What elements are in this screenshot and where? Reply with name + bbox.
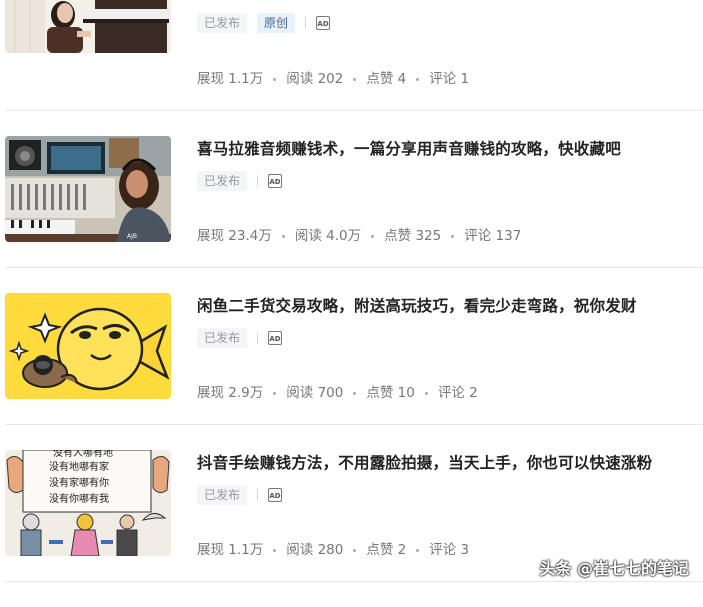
reads-label: 阅读 [294,228,322,244]
impressions-label: 展现 [197,71,224,87]
impressions-value: 1.1万 [228,71,264,87]
article-thumbnail[interactable]: AJB [5,136,171,242]
reads-label: 阅读 [286,385,314,401]
article-title[interactable]: 喜马拉雅音频赚钱术，一篇分享用声音赚钱的攻略，快收藏吧 [197,137,621,159]
recording-studio-thumbnail: AJB [5,136,171,242]
likes-label: 点赞 [366,542,394,558]
published-status-tag: 已发布 [197,13,248,33]
xianyu-fish-thumbnail [5,293,171,399]
ad-icon[interactable]: AD [268,331,283,345]
article-thumbnail[interactable] [5,293,171,399]
divider [5,581,703,582]
article-thumbnail[interactable]: 没有人哪有地 没有地哪有家 没有家哪有你 没有你哪有我 [5,450,171,556]
stat-dot [353,77,357,81]
comments-label: 评论 [437,385,465,401]
svg-text:AJB: AJB [127,233,137,240]
comic-line: 没有地哪有家 [49,460,109,473]
article-title[interactable]: 抖音手绘赚钱方法，不用露脸拍摄，当天上手，你也可以快速涨粉 [197,451,652,473]
likes-value: 2 [397,542,407,558]
impressions-value: 1.1万 [228,542,264,558]
stat-dot [281,234,285,238]
impressions-value: 23.4万 [228,228,272,244]
comments-value: 137 [495,228,522,244]
article-item[interactable]: 闲鱼二手货交易攻略，附送高玩技巧，看完少走弯路，祝你发财 已发布 AD 展现 2… [5,293,703,450]
published-status-tag: 已发布 [197,328,248,348]
tag-separator [257,489,259,501]
comments-label: 评论 [429,542,457,558]
comic-line: 没有你哪有我 [49,492,109,505]
likes-value: 10 [397,385,415,401]
likes-label: 点赞 [366,71,394,87]
article-tags: 已发布 原创 AD [197,13,331,33]
stat-dot [371,234,375,238]
tag-separator [257,332,259,344]
stat-dot [273,77,277,81]
likes-label: 点赞 [366,385,394,401]
reads-label: 阅读 [286,71,314,87]
original-tag: 原创 [257,13,296,33]
comments-label: 评论 [464,228,492,244]
piano-girl-thumbnail [5,0,171,53]
reads-label: 阅读 [286,542,314,558]
reads-value: 4.0万 [326,228,362,244]
hand-drawn-comic-thumbnail: 没有人哪有地 没有地哪有家 没有家哪有你 没有你哪有我 [5,450,171,556]
published-status-tag: 已发布 [197,171,248,191]
impressions-label: 展现 [197,385,224,401]
impressions-label: 展现 [197,542,224,558]
stat-dot [424,391,428,395]
article-thumbnail[interactable] [5,0,171,53]
reads-value: 202 [317,71,344,87]
comic-line: 没有家哪有你 [49,476,109,489]
article-tags: 已发布 AD [197,171,283,191]
ad-icon[interactable]: AD [268,174,283,188]
reads-value: 700 [317,385,344,401]
article-stats: 展现 2.9万 阅读 700 点赞 10 评论 2 [197,381,478,401]
stat-dot [416,77,420,81]
article-tags: 已发布 AD [197,328,283,348]
divider [5,424,703,425]
divider [5,267,703,268]
article-item[interactable]: 没有人哪有地 没有地哪有家 没有家哪有你 没有你哪有我 抖音手绘赚钱方法，不用露… [5,450,703,607]
comments-value: 3 [460,542,470,558]
watermark: 头条 @崔七七的笔记 [539,559,689,578]
comments-value: 2 [469,385,478,401]
stat-dot [353,548,357,552]
article-tags: 已发布 AD [197,485,283,505]
divider [5,110,703,111]
impressions-label: 展现 [197,228,224,244]
comments-value: 1 [460,71,470,87]
ad-icon[interactable]: AD [268,488,283,502]
likes-label: 点赞 [384,228,412,244]
stat-dot [273,548,277,552]
ad-icon[interactable]: AD [316,16,331,30]
likes-value: 325 [415,228,442,244]
tag-separator [257,175,259,187]
comments-label: 评论 [429,71,457,87]
stat-dot [451,234,455,238]
reads-value: 280 [317,542,344,558]
article-item[interactable]: 已发布 原创 AD 展现 1.1万 阅读 202 点赞 4 评论 1 [5,0,703,104]
stat-dot [416,548,420,552]
published-status-tag: 已发布 [197,485,248,505]
stat-dot [273,391,277,395]
comic-line: 没有人哪有地 [53,450,113,459]
article-stats: 展现 1.1万 阅读 202 点赞 4 评论 1 [197,67,469,87]
likes-value: 4 [397,71,407,87]
article-item[interactable]: AJB 喜马拉雅音频赚钱术，一篇分享用声音赚钱的攻略，快收藏吧 已发布 AD 展… [5,136,703,293]
article-title[interactable]: 闲鱼二手货交易攻略，附送高玩技巧，看完少走弯路，祝你发财 [197,294,637,316]
impressions-value: 2.9万 [228,385,264,401]
article-stats: 展现 1.1万 阅读 280 点赞 2 评论 3 [197,538,469,558]
tag-separator [305,17,307,29]
stat-dot [353,391,357,395]
article-stats: 展现 23.4万 阅读 4.0万 点赞 325 评论 137 [197,224,521,244]
